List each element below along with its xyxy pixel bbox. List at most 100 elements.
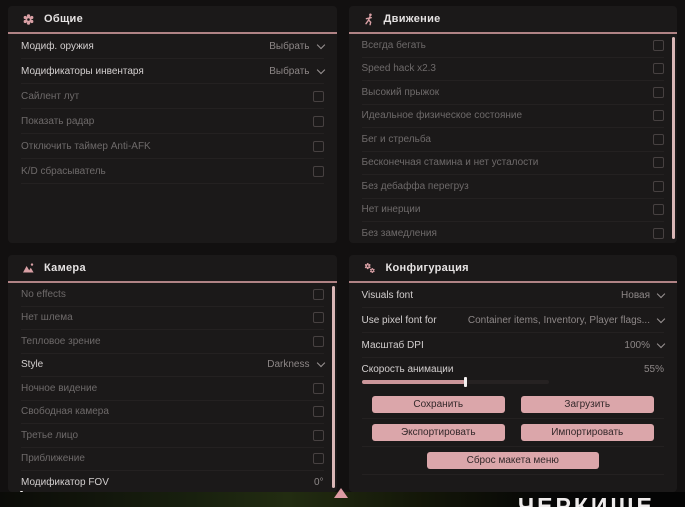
fov-modifier-row[interactable]: Модификатор FOV 0° bbox=[20, 471, 324, 492]
panel-rows: No effects Нет шлема Тепловое зрение Style D… bbox=[8, 283, 337, 492]
perfect-condition-row[interactable]: Идеальное физическое состояние bbox=[361, 105, 664, 128]
gears-icon bbox=[363, 262, 377, 275]
show-radar-row[interactable]: Показать радар bbox=[21, 109, 324, 134]
checkbox[interactable] bbox=[653, 180, 664, 192]
checkbox[interactable] bbox=[653, 86, 664, 98]
dropdown[interactable]: Выбрать bbox=[269, 65, 325, 77]
cursor-pointer bbox=[334, 488, 348, 498]
checkbox[interactable] bbox=[312, 165, 324, 177]
infinite-stamina-row[interactable]: Бесконечная стамина и нет усталости bbox=[361, 152, 664, 175]
panel-header: Камера bbox=[8, 255, 337, 283]
row-label: Свободная камера bbox=[21, 406, 109, 418]
checkbox[interactable] bbox=[312, 312, 324, 324]
chevron-down-icon bbox=[316, 40, 325, 49]
checkbox[interactable] bbox=[653, 204, 664, 216]
scrollbar[interactable] bbox=[672, 37, 675, 239]
row-label: Третье лицо bbox=[21, 429, 79, 441]
checkbox[interactable] bbox=[653, 63, 664, 75]
load-button[interactable]: Загрузить bbox=[520, 396, 654, 413]
panel-title: Конфигурация bbox=[385, 262, 469, 274]
slider-labels: Модификатор FOV 0° bbox=[21, 474, 324, 490]
panel-header: Движение bbox=[348, 6, 677, 34]
checkbox[interactable] bbox=[312, 406, 324, 418]
checkbox[interactable] bbox=[653, 157, 664, 169]
checkbox[interactable] bbox=[312, 335, 324, 347]
reset-menu-layout-button[interactable]: Сброс макета меню bbox=[426, 452, 599, 469]
inventory-mods-row[interactable]: Модификаторы инвентаря Выбрать bbox=[21, 59, 325, 84]
dropdown[interactable]: Новая bbox=[621, 289, 666, 301]
row-label: Бег и стрельба bbox=[361, 133, 431, 145]
slider-handle[interactable] bbox=[463, 377, 467, 387]
slider[interactable] bbox=[361, 377, 550, 387]
slider-value: 55% bbox=[643, 363, 664, 375]
pixel-font-row[interactable]: Use pixel font for Container items, Inven… bbox=[361, 308, 666, 333]
checkbox[interactable] bbox=[653, 39, 664, 51]
animation-speed-row[interactable]: Скорость анимации 55% bbox=[361, 358, 665, 391]
chevron-down-icon bbox=[656, 314, 666, 323]
save-button[interactable]: Сохранить bbox=[371, 396, 505, 413]
dropdown[interactable]: Выбрать bbox=[269, 40, 325, 52]
no-slowdown-row[interactable]: Без замедления bbox=[362, 222, 664, 243]
export-button[interactable]: Экспортировать bbox=[371, 424, 505, 441]
checkbox[interactable] bbox=[312, 90, 324, 102]
chevron-down-icon bbox=[656, 289, 666, 298]
panel-rows: Модиф. оружия Выбрать Модификаторы инвента… bbox=[8, 34, 337, 243]
dropdown[interactable]: 100% bbox=[624, 339, 666, 351]
zoom-row[interactable]: Приближение bbox=[21, 448, 324, 471]
speed-hack-row[interactable]: Speed hack x2.3 bbox=[361, 58, 664, 81]
free-camera-row[interactable]: Свободная камера bbox=[21, 401, 324, 424]
row-label: Speed hack x2.3 bbox=[361, 63, 437, 75]
checkbox[interactable] bbox=[312, 288, 324, 300]
panel-camera: Камера No effects Нет шлема Тепловое зрение… bbox=[8, 255, 337, 492]
checkbox[interactable] bbox=[312, 115, 324, 127]
checkbox[interactable] bbox=[312, 453, 324, 465]
third-person-row[interactable]: Третье лицо bbox=[21, 424, 324, 448]
no-helmet-row[interactable]: Нет шлема bbox=[21, 307, 324, 330]
image-icon bbox=[22, 262, 35, 274]
chevron-down-icon bbox=[316, 359, 325, 368]
import-button[interactable]: Импортировать bbox=[520, 424, 654, 441]
checkbox[interactable] bbox=[653, 110, 664, 122]
checkbox[interactable] bbox=[312, 429, 324, 441]
row-label: K/D сбрасыватель bbox=[21, 165, 106, 177]
checkbox[interactable] bbox=[312, 382, 324, 394]
row-label: Всегда бегать bbox=[361, 39, 426, 51]
style-row[interactable]: Style Darkness bbox=[21, 354, 325, 377]
kd-resetter-row[interactable]: K/D сбрасыватель bbox=[21, 159, 324, 184]
scrollbar[interactable] bbox=[331, 286, 335, 488]
checkbox[interactable] bbox=[653, 133, 664, 145]
row-label: Идеальное физическое состояние bbox=[361, 110, 523, 122]
row-label: Бесконечная стамина и нет усталости bbox=[361, 157, 539, 169]
dropdown[interactable]: Container items, Inventory, Player flags… bbox=[467, 314, 666, 326]
run-and-shoot-row[interactable]: Бег и стрельба bbox=[361, 128, 664, 152]
no-inertia-row[interactable]: Нет инерции bbox=[361, 199, 664, 222]
row-label: Масштаб DPI bbox=[361, 339, 424, 351]
gear-icon bbox=[22, 13, 35, 26]
save-load-row: Сохранить Загрузить bbox=[361, 391, 664, 419]
visuals-font-row[interactable]: Visuals font Новая bbox=[361, 283, 666, 308]
dpi-scale-row[interactable]: Масштаб DPI 100% bbox=[361, 333, 666, 358]
dropdown-value: Container items, Inventory, Player flags… bbox=[467, 314, 650, 326]
weapon-mod-row[interactable]: Модиф. оружия Выбрать bbox=[21, 34, 325, 59]
checkbox[interactable] bbox=[312, 140, 324, 152]
row-label: Скорость анимации bbox=[361, 363, 454, 375]
always-run-row[interactable]: Всегда бегать bbox=[361, 34, 664, 58]
no-overload-debuff-row[interactable]: Без дебаффа перегруз bbox=[361, 175, 664, 199]
anti-afk-timer-row[interactable]: Отключить таймер Anti-AFK bbox=[21, 134, 324, 159]
high-jump-row[interactable]: Высокий прыжок bbox=[361, 81, 664, 105]
panel-header: Общие bbox=[8, 6, 337, 34]
silent-loot-row[interactable]: Сайлент лут bbox=[21, 84, 324, 109]
no-effects-row[interactable]: No effects bbox=[21, 283, 324, 307]
checkbox[interactable] bbox=[653, 227, 664, 239]
slider-fill bbox=[361, 380, 465, 384]
panel-title: Движение bbox=[383, 13, 441, 25]
slider-labels: Скорость анимации 55% bbox=[362, 361, 665, 377]
trainer-menu-screen: Общие Модиф. оружия Выбрать Модификаторы ин… bbox=[0, 0, 685, 507]
night-vision-row[interactable]: Ночное видение bbox=[21, 377, 324, 401]
panel-header: Конфигурация bbox=[348, 255, 677, 283]
dropdown[interactable]: Darkness bbox=[267, 359, 325, 370]
row-label: Без дебаффа перегруз bbox=[361, 180, 469, 192]
thermal-vision-row[interactable]: Тепловое зрение bbox=[21, 330, 324, 354]
row-label: No effects bbox=[21, 288, 66, 300]
dropdown-value: 100% bbox=[624, 339, 650, 351]
